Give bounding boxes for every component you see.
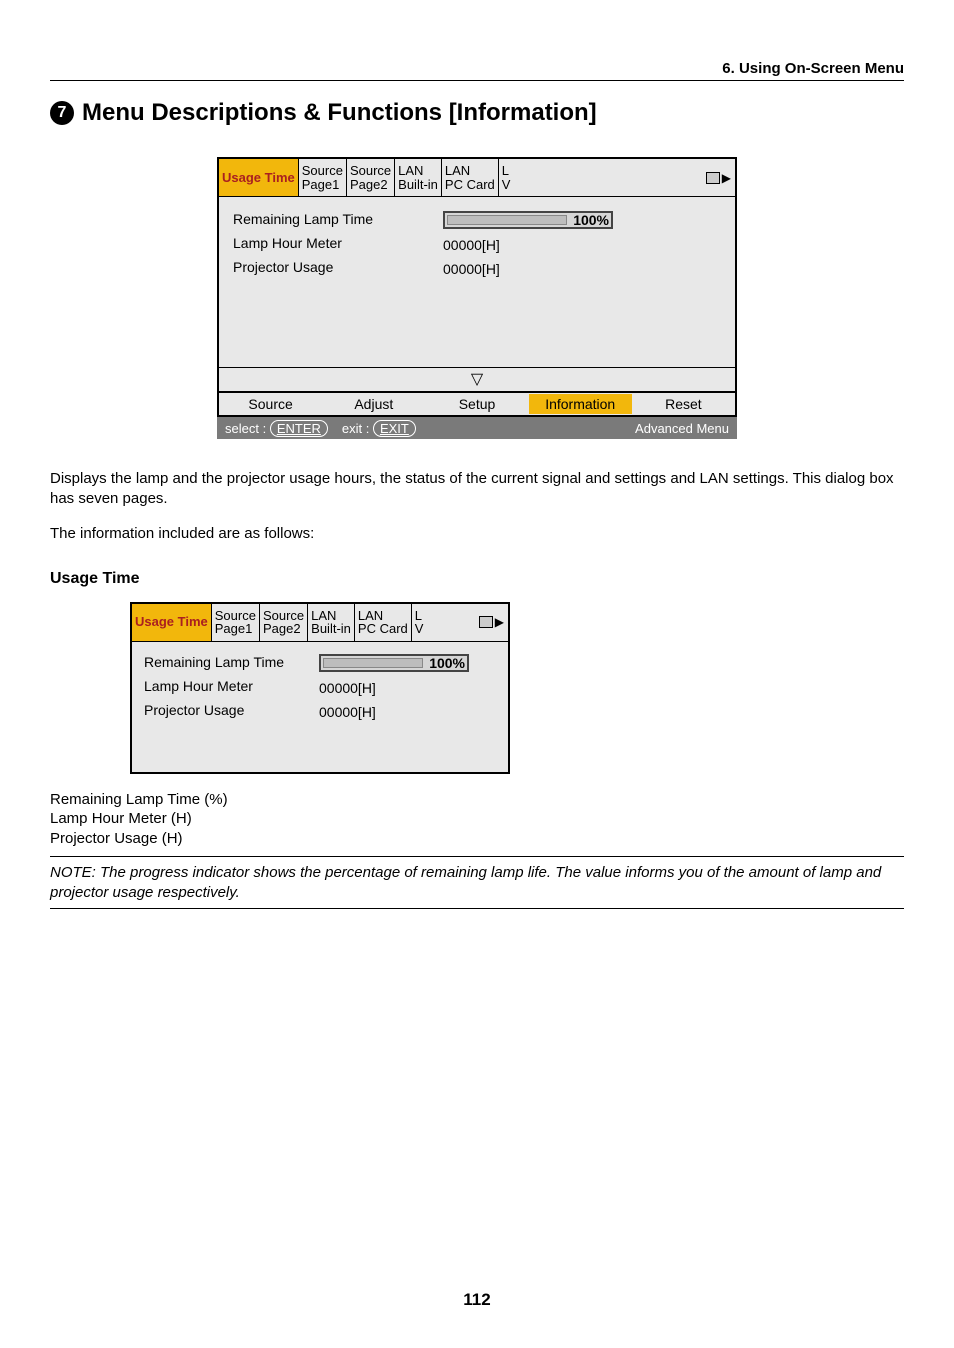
main-title: Menu Descriptions & Functions [Informati… [82,99,597,127]
pointer-row: ▽ [219,367,735,391]
value-remaining-lamp: 100% [443,211,721,229]
body-paragraph-1: Displays the lamp and the projector usag… [50,469,904,510]
scroll-box-icon [706,172,720,184]
tab-scroll-controls[interactable]: ▶ [426,604,508,641]
tab-label: Source [215,609,256,623]
triangle-down-icon: ▽ [471,371,483,388]
menu-adjust[interactable]: Adjust [322,394,425,414]
tab-sublabel: PC Card [358,622,408,636]
tab-source-page1[interactable]: Source Page1 [299,159,347,196]
value-remaining-lamp: 100% [319,654,496,672]
chevron-right-icon: ▶ [495,615,504,629]
label-projector-usage: Projector Usage [144,702,309,718]
legend-select: select : ENTER [225,420,328,437]
note-text: NOTE: The progress indicator shows the p… [50,863,904,909]
tab-label: Usage Time [222,171,295,185]
label-remaining-lamp: Remaining Lamp Time [233,211,423,227]
tab-label: L [502,164,511,178]
tab-partial[interactable]: L V [412,604,427,641]
tab-label: LAN [311,609,351,623]
tab-label: LAN [445,164,495,178]
menu-reset[interactable]: Reset [632,394,735,414]
tab-source-page1[interactable]: Source Page1 [212,604,260,641]
menu-setup[interactable]: Setup [425,394,528,414]
line-lamp-hour-meter: Lamp Hour Meter (H) [50,809,904,829]
page-number: 112 [0,1290,954,1310]
tab-sublabel: Page2 [263,622,304,636]
body-paragraph-2: The information included are as follows: [50,524,904,544]
progress-fill [323,658,423,668]
section-number-badge: 7 [50,101,74,125]
tab-label: Source [302,164,343,178]
label-remaining-lamp: Remaining Lamp Time [144,654,309,670]
tab-sublabel: Page1 [215,622,256,636]
value-projector-usage: 00000[H] [443,261,721,277]
page-header: 6. Using On-Screen Menu [50,60,904,81]
progress-bar: 100% [443,211,613,229]
value-projector-usage: 00000[H] [319,704,496,720]
title-row: 7 Menu Descriptions & Functions [Informa… [50,99,904,127]
osd-information-full: Usage Time Source Page1 Source Page2 LAN… [217,157,737,439]
tab-lan-pccard[interactable]: LAN PC Card [442,159,499,196]
tab-lan-builtin[interactable]: LAN Built-in [308,604,355,641]
tab-usage-time[interactable]: Usage Time [132,604,212,641]
divider [50,856,904,857]
tab-lan-builtin[interactable]: LAN Built-in [395,159,442,196]
value-lamp-hour-meter: 00000[H] [319,680,496,696]
value-description-list: Remaining Lamp Time (%) Lamp Hour Meter … [50,790,904,849]
tab-sublabel: Page1 [302,178,343,192]
label-lamp-hour-meter: Lamp Hour Meter [233,235,423,251]
osd-tabs-small: Usage Time Source Page1 Source Page2 LAN… [132,604,508,642]
tab-sublabel: Built-in [398,178,438,192]
tab-sublabel: PC Card [445,178,495,192]
tab-label: LAN [358,609,408,623]
tab-source-page2[interactable]: Source Page2 [347,159,395,196]
tab-partial[interactable]: L V [499,159,514,196]
tab-label: Usage Time [135,615,208,629]
chevron-right-icon: ▶ [722,171,731,185]
section-usage-time: Usage Time [50,570,904,588]
tab-label: LAN [398,164,438,178]
tab-label: Source [263,609,304,623]
progress-fill [447,215,567,225]
tab-sublabel: V [502,178,511,192]
label-projector-usage: Projector Usage [233,259,423,275]
tab-sublabel: Page2 [350,178,391,192]
osd-usage-time-small: Usage Time Source Page1 Source Page2 LAN… [130,602,510,774]
tab-sublabel: V [415,622,424,636]
tab-sublabel: Built-in [311,622,351,636]
line-projector-usage: Projector Usage (H) [50,829,904,849]
tab-source-page2[interactable]: Source Page2 [260,604,308,641]
exit-key-badge: EXIT [373,420,416,437]
label-lamp-hour-meter: Lamp Hour Meter [144,678,309,694]
value-lamp-hour-meter: 00000[H] [443,237,721,253]
progress-percent: 100% [573,212,609,228]
legend-exit: exit : EXIT [342,420,416,437]
scroll-box-icon [479,616,493,628]
tab-scroll-controls[interactable]: ▶ [513,159,735,196]
menu-source[interactable]: Source [219,394,322,414]
tab-usage-time[interactable]: Usage Time [219,159,299,196]
progress-bar: 100% [319,654,469,672]
progress-percent: 100% [429,655,465,671]
line-remaining-lamp-time: Remaining Lamp Time (%) [50,790,904,810]
legend-right: Advanced Menu [635,421,729,436]
tab-label: Source [350,164,391,178]
menu-information[interactable]: Information [529,394,632,414]
legend-bar: select : ENTER exit : EXIT Advanced Menu [217,417,737,439]
tab-lan-pccard[interactable]: LAN PC Card [355,604,412,641]
enter-key-badge: ENTER [270,420,328,437]
tab-label: L [415,609,424,623]
osd-tabs: Usage Time Source Page1 Source Page2 LAN… [219,159,735,197]
